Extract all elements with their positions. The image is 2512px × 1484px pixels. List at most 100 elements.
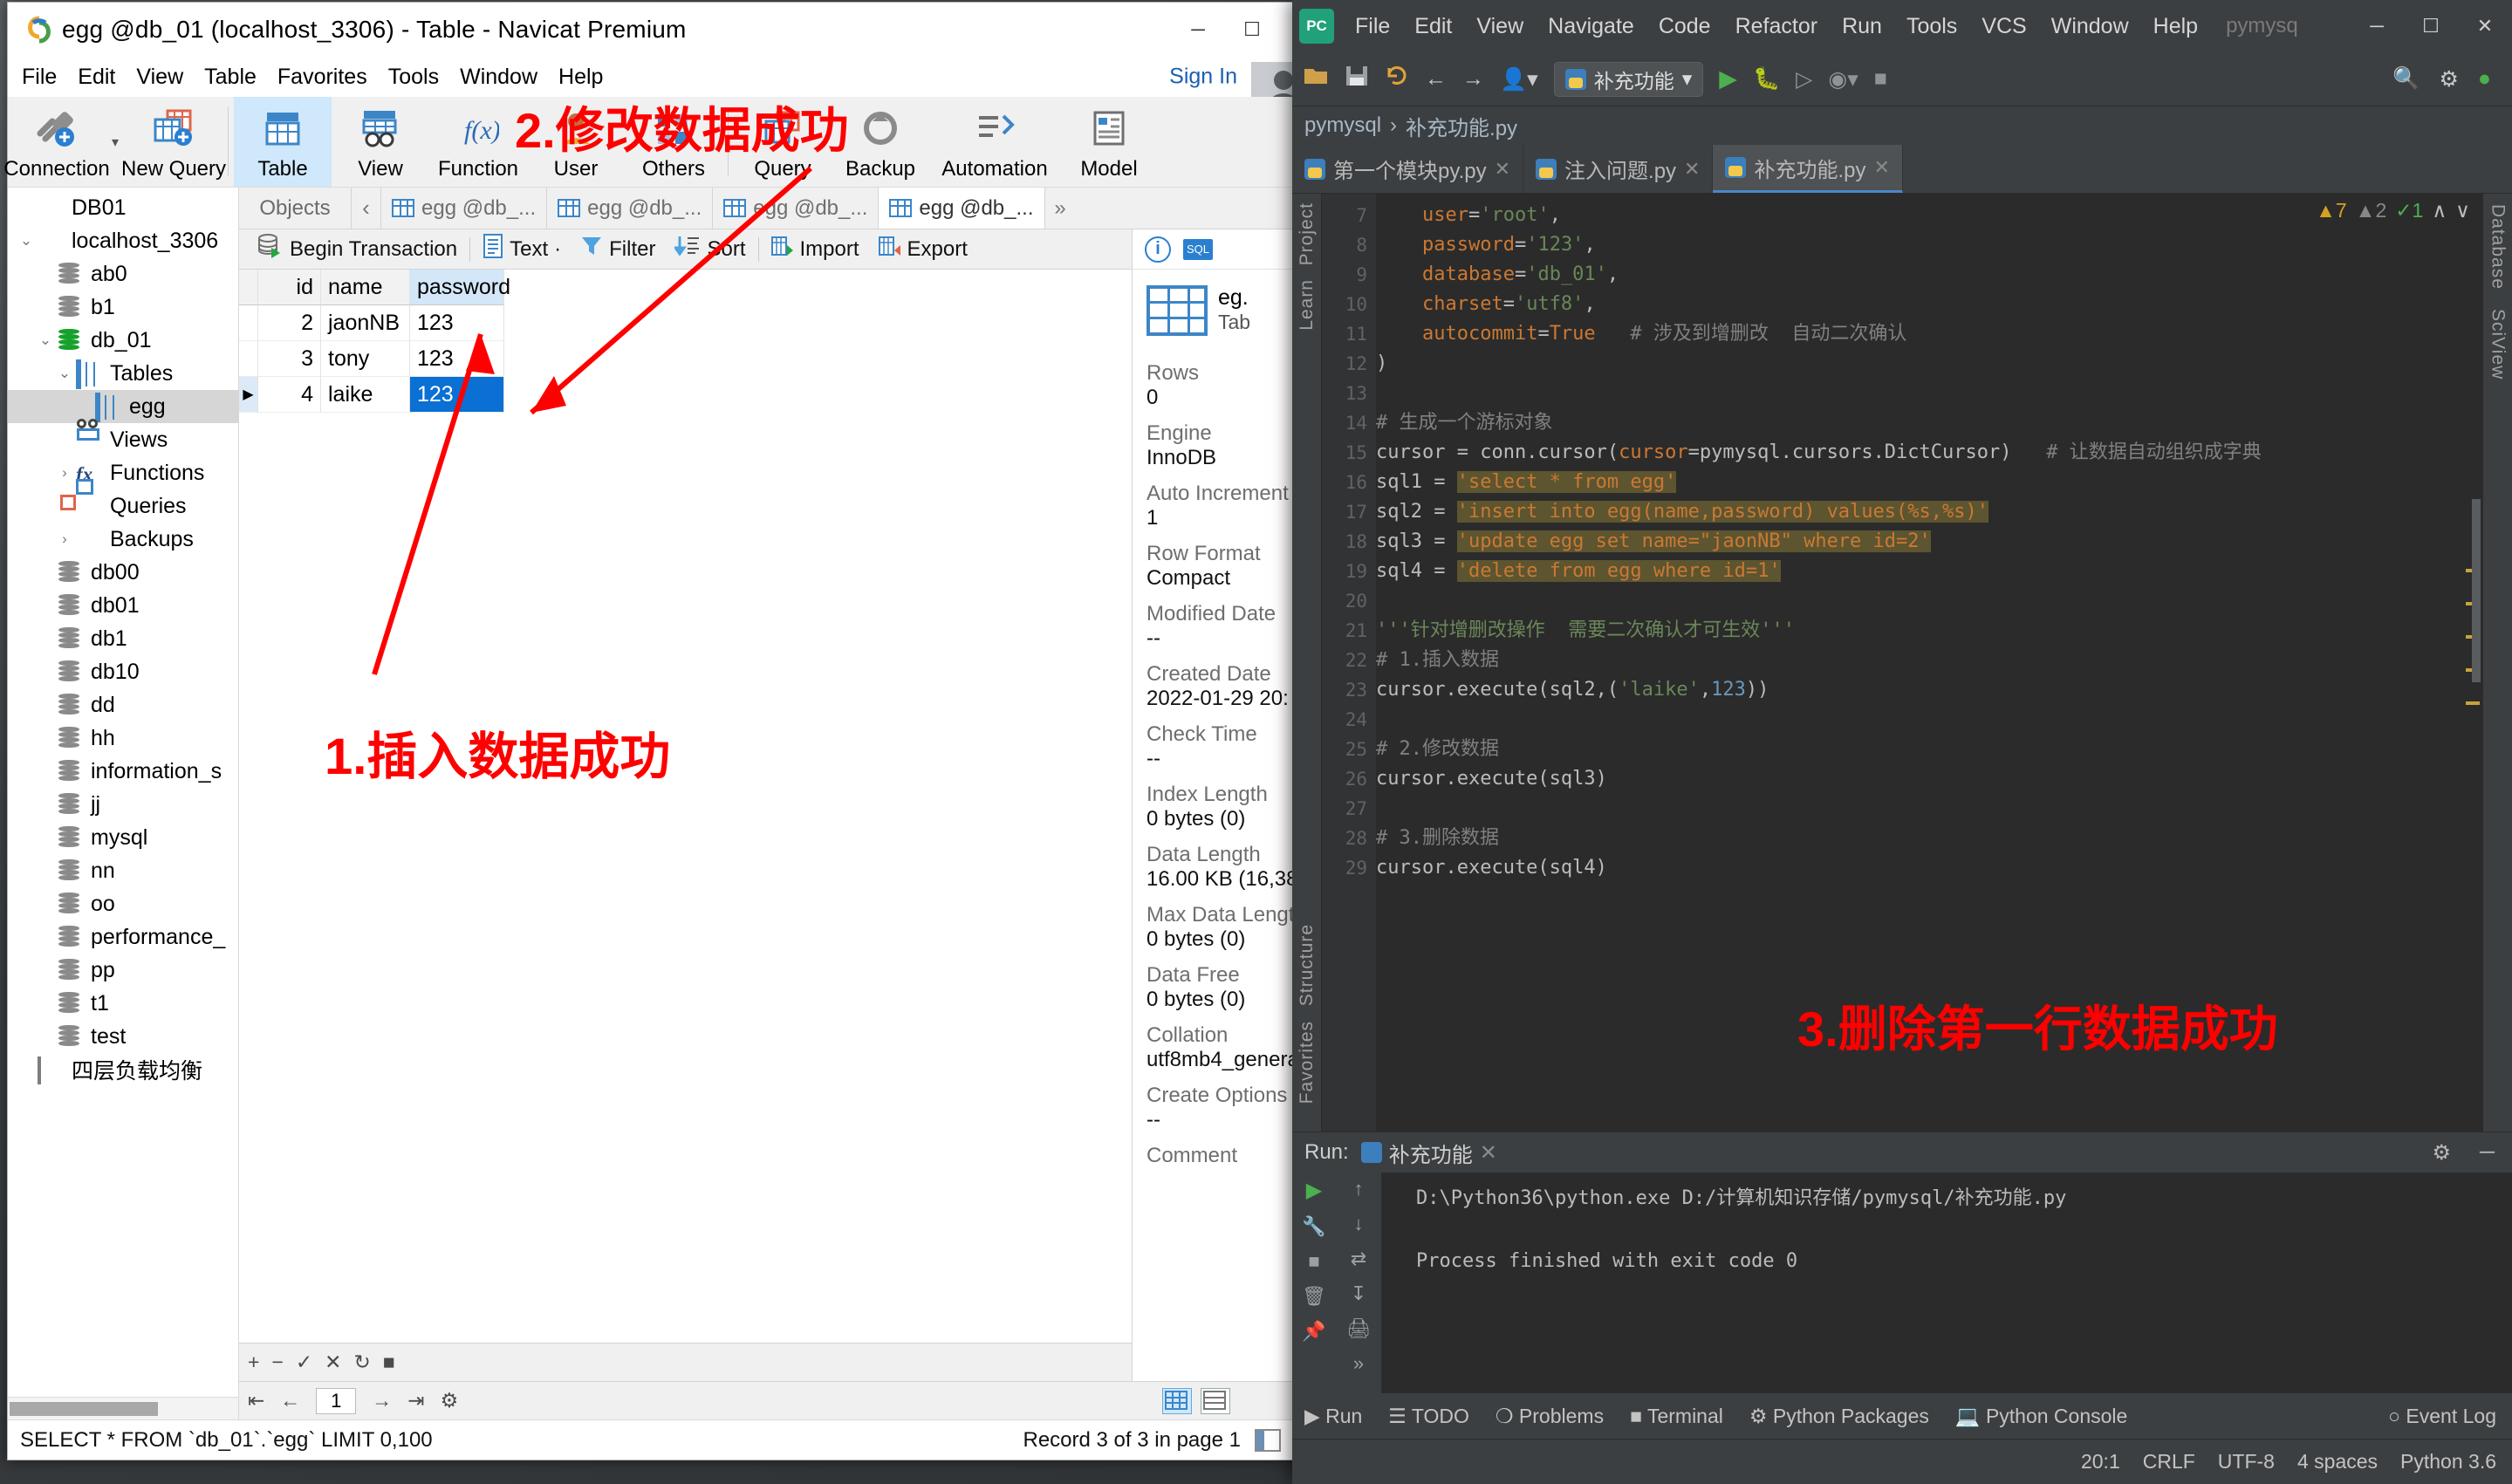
menu-view[interactable]: View bbox=[136, 65, 183, 90]
bottom-python-packages-tab[interactable]: ⚙ Python Packages bbox=[1749, 1405, 1929, 1428]
caret-position[interactable]: 20:1 bbox=[2081, 1450, 2120, 1474]
tab-egg-data-3[interactable]: egg @db_... bbox=[878, 188, 1044, 229]
tool-window-structure[interactable]: Structure bbox=[1297, 924, 1318, 1006]
ribbon-function[interactable]: f(x) Function bbox=[429, 97, 527, 187]
debug-icon[interactable]: 🐛 bbox=[1753, 66, 1780, 92]
prev-page-button[interactable]: ← bbox=[280, 1389, 300, 1412]
cell-id[interactable]: 3 bbox=[258, 341, 321, 377]
run-icon[interactable]: ▶ bbox=[1719, 65, 1737, 92]
cell-id[interactable]: 4 bbox=[258, 377, 321, 413]
tool-window-learn[interactable]: Learn bbox=[1297, 279, 1318, 331]
bottom-todo-tab[interactable]: ☰ TODO bbox=[1388, 1405, 1469, 1428]
back-arrow-icon[interactable]: ← bbox=[1425, 66, 1447, 92]
menu-help[interactable]: Help bbox=[2141, 14, 2210, 39]
ribbon-user[interactable]: User bbox=[527, 97, 625, 187]
line-separator[interactable]: CRLF bbox=[2143, 1450, 2195, 1474]
text-button[interactable]: Text · bbox=[473, 229, 571, 270]
print-icon[interactable]: 🖨 bbox=[1346, 1317, 1371, 1340]
tree-item-ab0[interactable]: ab0 bbox=[8, 257, 238, 291]
editor-tab-2[interactable]: 注入问题.py ✕ bbox=[1523, 145, 1713, 193]
code-line[interactable]: '''针对增删改操作 需要二次确认才可生效''' bbox=[1376, 616, 2482, 646]
ribbon-table[interactable]: Table bbox=[234, 97, 332, 187]
cancel-changes-button[interactable]: ✕ bbox=[325, 1351, 341, 1374]
minimize-icon[interactable]: ─ bbox=[2480, 1140, 2495, 1165]
code-line[interactable]: # 3.删除数据 bbox=[1376, 824, 2482, 853]
bottom-problems-tab[interactable]: ❍ Problems bbox=[1496, 1405, 1604, 1428]
code-line[interactable] bbox=[1376, 794, 2482, 824]
code-line[interactable]: sql4 = 'delete from egg where id=1' bbox=[1376, 557, 2482, 586]
code-line[interactable] bbox=[1376, 379, 2482, 408]
object-tree[interactable]: DB01⌄localhost_3306ab0b1⌄db_01⌄Tablesegg… bbox=[8, 188, 238, 1397]
code-line[interactable]: # 2.修改数据 bbox=[1376, 735, 2482, 764]
tree-item-test[interactable]: test bbox=[8, 1020, 238, 1053]
sync-icon[interactable] bbox=[1385, 65, 1409, 93]
code-line[interactable]: charset='utf8', bbox=[1376, 290, 2482, 319]
tree-twisty-icon[interactable]: ⌄ bbox=[34, 332, 57, 349]
next-problem-icon[interactable]: ∨ bbox=[2455, 199, 2470, 222]
table-row[interactable]: ▶4laike123 bbox=[239, 377, 1132, 413]
editor-tab-1[interactable]: 第一个模块py.py ✕ bbox=[1292, 145, 1523, 193]
prev-problem-icon[interactable]: ∧ bbox=[2432, 199, 2447, 222]
form-view-button[interactable] bbox=[1201, 1388, 1230, 1414]
pin-icon[interactable]: 📌 bbox=[1302, 1320, 1325, 1343]
trash-icon[interactable]: 🗑 bbox=[1302, 1285, 1326, 1308]
menu-file[interactable]: File bbox=[1343, 14, 1402, 39]
tree-item-tables[interactable]: ⌄Tables bbox=[8, 357, 238, 390]
sidebar-horizontal-scrollbar[interactable] bbox=[8, 1397, 238, 1419]
close-button[interactable]: ✕ bbox=[2458, 0, 2512, 52]
menu-tools[interactable]: Tools bbox=[1894, 14, 1969, 39]
info-icon[interactable]: i bbox=[1145, 236, 1171, 263]
tree-item-db01[interactable]: DB01 bbox=[8, 191, 238, 224]
settings-wrench-icon[interactable]: 🔧 bbox=[1302, 1215, 1325, 1238]
tree-item-localhost-3306[interactable]: ⌄localhost_3306 bbox=[8, 224, 238, 257]
ribbon-query[interactable]: Query bbox=[734, 97, 832, 187]
menu-code[interactable]: Code bbox=[1646, 14, 1723, 39]
code-line[interactable]: password='123', bbox=[1376, 230, 2482, 260]
tree-item-pp[interactable]: pp bbox=[8, 954, 238, 987]
tree-item-t1[interactable]: t1 bbox=[8, 987, 238, 1020]
tree-item-views[interactable]: Views bbox=[8, 423, 238, 456]
code-line[interactable]: ) bbox=[1376, 349, 2482, 379]
tree-item-backups[interactable]: ›Backups bbox=[8, 523, 238, 556]
gear-icon[interactable]: ⚙ bbox=[2439, 66, 2458, 92]
tree-item--[interactable]: 四层负载均衡 bbox=[8, 1053, 238, 1086]
tree-twisty-icon[interactable]: ⌄ bbox=[53, 365, 76, 382]
close-icon[interactable]: ✕ bbox=[1480, 1140, 1497, 1166]
menu-tools[interactable]: Tools bbox=[388, 65, 439, 90]
cell-name[interactable]: laike bbox=[321, 377, 410, 413]
tab-egg-design[interactable]: egg @db_... bbox=[380, 188, 546, 229]
code-line[interactable]: database='db_01', bbox=[1376, 260, 2482, 290]
table-row[interactable]: 2jaonNB123 bbox=[239, 305, 1132, 341]
apply-changes-button[interactable]: ✓ bbox=[296, 1351, 312, 1374]
table-row[interactable]: 3tony123 bbox=[239, 341, 1132, 377]
scroll-down-icon[interactable]: ↓ bbox=[1354, 1213, 1364, 1235]
tool-window-project[interactable]: Project bbox=[1297, 202, 1318, 265]
bottom-run-tab[interactable]: ▶ Run bbox=[1304, 1405, 1362, 1428]
run-config-tab[interactable]: 补充功能 ✕ bbox=[1361, 1138, 1497, 1168]
code-line[interactable]: # 1.插入数据 bbox=[1376, 646, 2482, 675]
inspection-widget[interactable]: ▲7 ▲2 ✓1 ∧ ∨ bbox=[2316, 199, 2470, 222]
code-line[interactable]: cursor = conn.cursor(cursor=pymysql.curs… bbox=[1376, 438, 2482, 468]
menu-view[interactable]: View bbox=[1464, 14, 1536, 39]
tool-window-sciview[interactable]: SciView bbox=[2488, 309, 2509, 380]
tree-item-jj[interactable]: jj bbox=[8, 788, 238, 821]
ribbon-others[interactable]: Others bbox=[625, 97, 722, 187]
row-marker[interactable] bbox=[239, 305, 258, 341]
first-page-button[interactable]: ⇤ bbox=[248, 1389, 264, 1412]
next-page-button[interactable]: → bbox=[372, 1389, 392, 1412]
interpreter[interactable]: Python 3.6 bbox=[2400, 1450, 2496, 1474]
profiler-icon[interactable]: ◉▾ bbox=[1828, 66, 1858, 92]
ribbon-new-query[interactable]: New Query bbox=[125, 97, 222, 187]
menu-favorites[interactable]: Favorites bbox=[277, 65, 367, 90]
tree-item-queries[interactable]: Queries bbox=[8, 489, 238, 523]
tree-item-db-01[interactable]: ⌄db_01 bbox=[8, 324, 238, 357]
breadcrumb-file[interactable]: 补充功能.py bbox=[1406, 111, 1517, 141]
code-line[interactable]: sql3 = 'update egg set name="jaonNB" whe… bbox=[1376, 527, 2482, 557]
stop-icon[interactable]: ■ bbox=[1874, 66, 1887, 92]
tree-twisty-icon[interactable]: › bbox=[53, 530, 76, 548]
cell-name[interactable]: jaonNB bbox=[321, 305, 410, 341]
begin-transaction-button[interactable]: Begin Transaction bbox=[248, 229, 467, 270]
objects-tab[interactable]: Objects bbox=[239, 188, 351, 229]
bottom-event-log-tab[interactable]: ○ Event Log bbox=[2388, 1405, 2512, 1428]
tree-item-db00[interactable]: db00 bbox=[8, 556, 238, 589]
